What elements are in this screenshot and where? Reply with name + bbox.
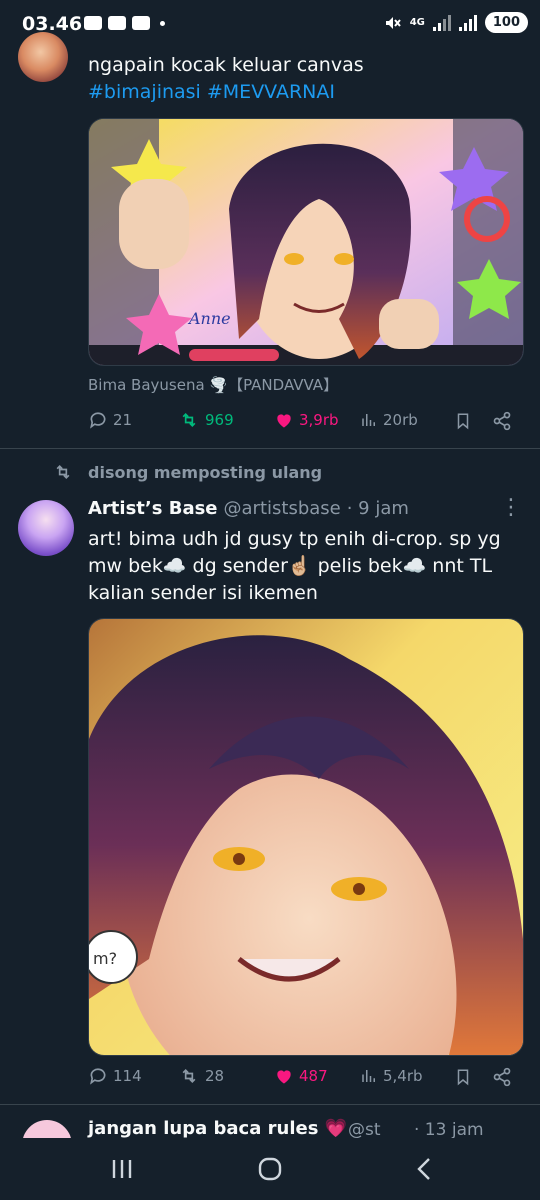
retweet-count: 28 — [205, 1067, 225, 1085]
tweet-divider — [0, 1104, 540, 1105]
like-count: 487 — [299, 1067, 328, 1085]
status-bar: 03.46 4G 100 — [0, 0, 540, 52]
hashtag-links[interactable]: #bimajinasi #MEVVARNAI — [88, 79, 528, 106]
tweet-text-line: ngapain kocak keluar canvas — [88, 54, 364, 76]
bookmark-icon — [457, 413, 469, 430]
tweet-time[interactable]: · 9 jam — [347, 498, 409, 519]
reply-icon — [90, 412, 106, 429]
views-icon — [362, 1070, 375, 1082]
system-nav-bar — [0, 1138, 540, 1200]
bookmark-icon — [457, 1069, 469, 1086]
author-handle[interactable]: @st — [348, 1120, 381, 1140]
tweet-divider — [0, 448, 540, 449]
home-button[interactable] — [240, 1152, 300, 1186]
retweet-indicator[interactable]: disong memposting ulang — [52, 462, 322, 482]
recent-apps-button[interactable] — [92, 1152, 152, 1186]
author-handle[interactable]: @artistsbase — [224, 498, 341, 519]
artwork-image-2: m? — [89, 619, 523, 1055]
retweet-icon — [182, 412, 196, 428]
like-button[interactable]: 3,9rb — [274, 410, 339, 430]
views-button[interactable]: 5,4rb — [360, 1066, 423, 1086]
views-button[interactable]: 20rb — [360, 410, 418, 430]
tweet-actions: 114 28 487 5,4rb — [88, 1066, 520, 1096]
views-icon — [362, 414, 375, 426]
share-button[interactable] — [492, 1066, 512, 1088]
notification-icons — [84, 16, 165, 30]
heart-icon — [277, 1070, 291, 1084]
view-count: 20rb — [383, 411, 418, 429]
more-notifications-dot — [160, 20, 165, 26]
youtube-icon — [108, 16, 126, 30]
battery-indicator: 100 — [484, 12, 528, 33]
recent-apps-icon — [112, 1160, 132, 1178]
svg-text:Anne: Anne — [187, 309, 231, 328]
share-icon — [493, 411, 511, 431]
signal-icon-2 — [458, 14, 477, 31]
share-button[interactable] — [492, 410, 512, 432]
tweet-media-image[interactable]: Anne — [88, 118, 524, 366]
status-right: 4G 100 — [384, 12, 528, 33]
reply-button[interactable]: 21 — [88, 410, 132, 430]
like-count: 3,9rb — [299, 411, 339, 429]
more-options-icon[interactable]: ⋮ — [500, 497, 522, 519]
view-count: 5,4rb — [383, 1067, 423, 1085]
status-time: 03.46 — [22, 13, 83, 35]
author-name[interactable]: jangan lupa baca rules 💗 — [88, 1118, 347, 1139]
tweet-time[interactable]: · 13 jam — [414, 1120, 484, 1140]
retweeted-by-label: disong memposting ulang — [88, 462, 323, 482]
home-icon — [258, 1157, 282, 1181]
tweet-actions: 21 969 3,9rb 20rb — [88, 410, 520, 440]
reply-count: 114 — [113, 1067, 142, 1085]
reply-icon — [90, 1068, 106, 1085]
back-icon — [417, 1158, 430, 1180]
network-type: 4G — [409, 16, 425, 28]
reply-button[interactable]: 114 — [88, 1066, 142, 1086]
retweet-icon — [182, 1068, 196, 1084]
back-button[interactable] — [394, 1152, 454, 1186]
share-icon — [493, 1067, 511, 1087]
heart-icon — [277, 414, 291, 428]
retweet-count: 969 — [205, 411, 234, 429]
tweet-text: art! bima udh jd gusy tp enih di-crop. s… — [88, 528, 501, 604]
artwork-image-1: Anne — [89, 119, 523, 365]
retweet-small-icon — [56, 464, 70, 480]
signal-icon — [432, 14, 451, 31]
bookmark-button[interactable] — [454, 1066, 472, 1088]
tweet-header: Artist’s Base @artistsbase · 9 jam — [88, 498, 409, 519]
retweet-button[interactable]: 969 — [178, 410, 234, 430]
discord-icon-2 — [132, 16, 150, 30]
tweet-text: ngapain kocak keluar canvas #bimajinasi … — [88, 52, 528, 106]
retweet-button[interactable]: 28 — [178, 1066, 224, 1086]
reply-count: 21 — [113, 411, 133, 429]
svg-text:m?: m? — [93, 949, 117, 968]
avatar[interactable] — [18, 32, 68, 82]
mute-icon — [385, 16, 401, 29]
bookmark-button[interactable] — [454, 410, 472, 432]
tweet-media-image[interactable]: m? — [88, 618, 524, 1056]
avatar[interactable] — [18, 500, 74, 556]
media-caption: Bima Bayusena 🌪️【PANDAVVA】 — [88, 376, 339, 394]
author-name[interactable]: Artist’s Base — [88, 498, 218, 519]
discord-icon — [84, 16, 102, 30]
like-button[interactable]: 487 — [274, 1066, 328, 1086]
